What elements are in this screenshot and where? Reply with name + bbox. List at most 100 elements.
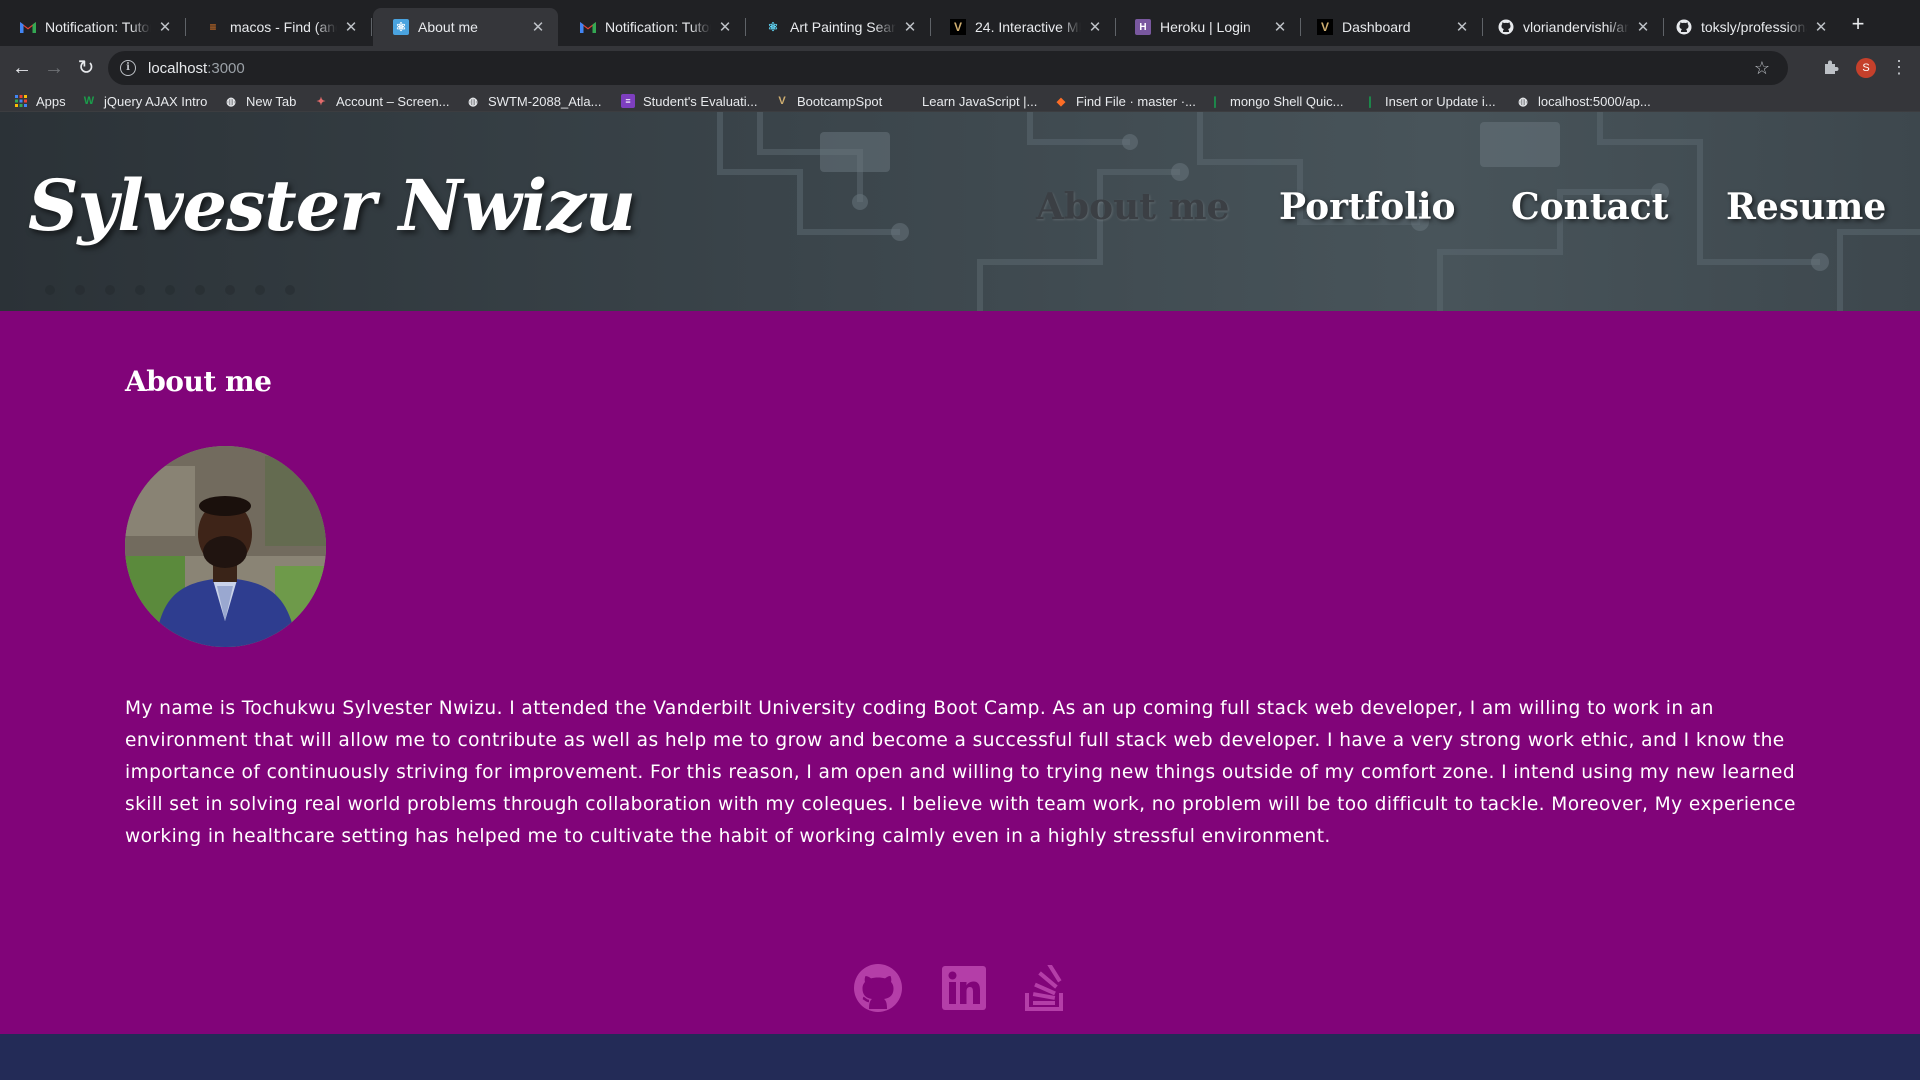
bookmark-star-icon[interactable]: ☆	[1754, 58, 1770, 79]
bookmark-label: BootcampSpot	[797, 93, 883, 109]
bookmarks-bar: Apps W jQuery AJAX Intro ◍ New Tab ✦ Acc…	[0, 90, 1920, 112]
github-icon	[1676, 19, 1692, 35]
bookmark-item[interactable]: ◍ New Tab	[224, 92, 296, 110]
tab-title: About me	[418, 19, 478, 35]
bookmark-item[interactable]: Apps	[14, 92, 66, 110]
bookmark-label: jQuery AJAX Intro	[104, 93, 208, 109]
bookmark-item[interactable]: W jQuery AJAX Intro	[82, 92, 208, 110]
vanderbilt-icon: V	[778, 95, 786, 107]
bookmark-item[interactable]: ≡ Student's Evaluati...	[621, 92, 758, 110]
bookmark-label: Insert or Update i...	[1385, 93, 1496, 109]
profile-photo	[125, 446, 326, 647]
form-icon: ≡	[621, 94, 635, 108]
blank-icon	[900, 94, 914, 108]
browser-tab[interactable]: Notification: Tutorial ✕	[560, 8, 746, 46]
browser-tab[interactable]: V 24. Interactive MERN ✕	[930, 8, 1116, 46]
browser-tab[interactable]: ⚛ Art Painting Search E ✕	[745, 8, 931, 46]
bookmark-label: SWTM-2088_Atla...	[488, 93, 602, 109]
close-icon[interactable]: ✕	[157, 18, 173, 36]
tab-title: Art Painting Search E	[790, 19, 896, 35]
stackoverflow-icon: ≡	[209, 20, 217, 34]
close-icon[interactable]: ✕	[902, 18, 918, 36]
tab-title: vloriandervishi/artist	[1523, 19, 1629, 35]
github-icon	[854, 963, 902, 1017]
bookmark-label: Account – Screen...	[336, 93, 450, 109]
close-icon[interactable]: ✕	[1635, 18, 1651, 36]
forward-button[interactable]: →	[40, 54, 68, 82]
browser-tab[interactable]: H Heroku | Login ✕	[1115, 8, 1301, 46]
extensions-puzzle-icon[interactable]	[1822, 58, 1840, 81]
browser-tab[interactable]: toksly/professional-p ✕	[1656, 8, 1841, 46]
site-title[interactable]: Sylvester Nwizu	[28, 164, 636, 247]
bookmark-label: New Tab	[246, 93, 297, 109]
tab-title: Dashboard	[1342, 19, 1411, 35]
browser-tab-active[interactable]: ⚛ About me ✕	[373, 8, 558, 46]
apps-grid-icon	[14, 94, 28, 108]
close-icon[interactable]: ✕	[530, 18, 546, 36]
bookmark-label: mongo Shell Quic...	[1230, 93, 1344, 109]
github-link[interactable]	[853, 963, 903, 1017]
bookmark-item[interactable]: Learn JavaScript |...	[900, 92, 1037, 110]
tab-title: Notification: Tutorial	[605, 19, 711, 35]
address-bar[interactable]: i localhost:3000 ☆	[108, 51, 1788, 85]
reload-button[interactable]: ↻	[72, 54, 100, 82]
new-tab-button[interactable]: +	[1844, 10, 1872, 38]
profile-avatar[interactable]: S	[1856, 58, 1876, 78]
nav-portfolio[interactable]: Portfolio	[1279, 186, 1456, 228]
close-icon[interactable]: ✕	[1454, 18, 1470, 36]
nav-about-me[interactable]: About me	[1036, 186, 1229, 228]
github-icon	[1498, 19, 1514, 35]
bookmark-label: Apps	[36, 93, 66, 109]
tab-title: toksly/professional-p	[1701, 19, 1807, 35]
info-icon[interactable]: i	[120, 60, 136, 76]
bookmark-item[interactable]: ◍ localhost:5000/ap...	[1516, 92, 1651, 110]
globe-icon: ◍	[226, 95, 236, 108]
stackoverflow-link[interactable]	[1020, 961, 1070, 1016]
page-footer	[0, 1034, 1920, 1080]
menu-kebab-icon[interactable]: ⋮	[1890, 56, 1908, 78]
about-section: About me My name is Tochukwu Sylvester N…	[0, 311, 1920, 1034]
address-port: :3000	[207, 59, 245, 77]
bio-paragraph: My name is Tochukwu Sylvester Nwizu. I a…	[125, 698, 1796, 847]
w-icon: W	[83, 95, 95, 107]
browser-tab[interactable]: ≡ macos - Find (and kill) ✕	[185, 8, 372, 46]
back-button[interactable]: ←	[8, 54, 36, 82]
bookmark-item[interactable]: ◍ SWTM-2088_Atla...	[466, 92, 601, 110]
close-icon[interactable]: ✕	[1813, 18, 1829, 36]
close-icon[interactable]: ✕	[1272, 18, 1288, 36]
linkedin-link[interactable]	[939, 965, 989, 1015]
bookmark-item[interactable]: ❘ mongo Shell Quic...	[1208, 92, 1343, 110]
close-icon[interactable]: ✕	[717, 18, 733, 36]
nav-contact[interactable]: Contact	[1511, 186, 1668, 228]
gmail-icon	[20, 19, 36, 35]
browser-tab[interactable]: V Dashboard ✕	[1297, 8, 1483, 46]
browser-toolbar: ← → ↻ i localhost:3000 ☆ S ⋮	[0, 46, 1920, 90]
bookmark-label: localhost:5000/ap...	[1538, 93, 1651, 109]
bookmark-item[interactable]: V BootcampSpot	[775, 92, 882, 110]
bookmark-label: Learn JavaScript |...	[922, 93, 1038, 109]
linkedin-icon	[942, 965, 986, 1015]
bookmark-item[interactable]: ◆ Find File · master ·...	[1054, 92, 1196, 110]
react-icon: ⚛	[767, 20, 779, 34]
bookmark-item[interactable]: ✦ Account – Screen...	[314, 92, 449, 110]
browser-tab[interactable]: Notification: Tutorial ✕	[0, 8, 186, 46]
bookmark-label: Find File · master ·...	[1076, 93, 1196, 109]
mongo-leaf-icon: ❘	[1365, 95, 1375, 108]
stackoverflow-icon	[1023, 961, 1067, 1016]
gitlab-icon: ◆	[1056, 95, 1066, 108]
close-icon[interactable]: ✕	[343, 18, 359, 36]
heroku-icon: H	[1135, 19, 1151, 35]
tab-title: 24. Interactive MERN	[975, 19, 1081, 35]
gmail-icon	[580, 19, 596, 35]
bookmark-label: Student's Evaluati...	[643, 93, 758, 109]
nav-resume[interactable]: Resume	[1726, 186, 1886, 228]
globe-icon: ◍	[1518, 95, 1528, 108]
bookmark-icon: ✦	[316, 95, 326, 108]
bookmark-item[interactable]: ❘ Insert or Update i...	[1363, 92, 1496, 110]
site-header: Sylvester Nwizu About me Portfolio Conta…	[0, 112, 1920, 311]
mongo-leaf-icon: ❘	[1210, 95, 1220, 108]
browser-tab[interactable]: vloriandervishi/artist ✕	[1478, 8, 1664, 46]
vanderbilt-icon: V	[950, 19, 966, 35]
globe-icon: ◍	[468, 95, 478, 108]
close-icon[interactable]: ✕	[1087, 18, 1103, 36]
